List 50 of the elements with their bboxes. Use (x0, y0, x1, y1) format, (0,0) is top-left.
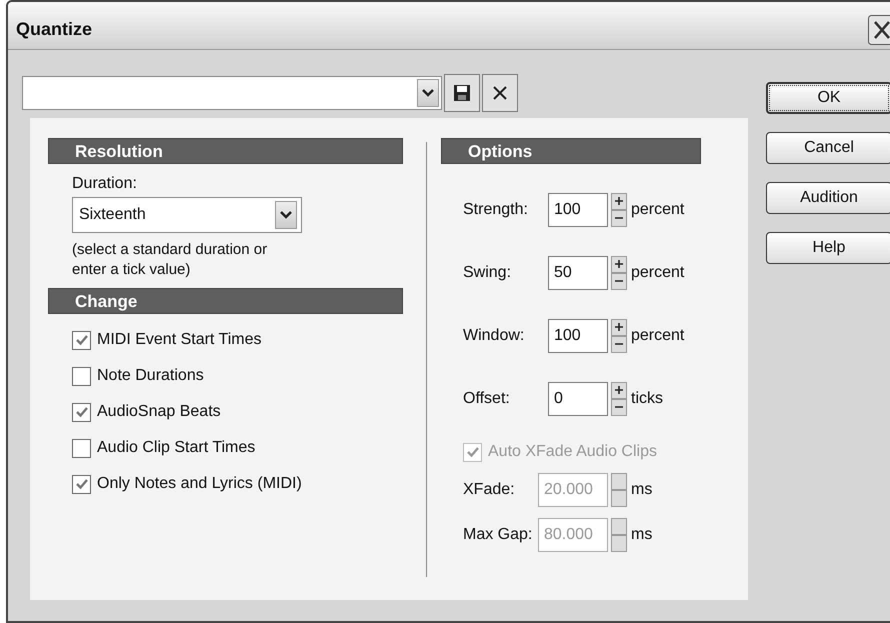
spinner-icon[interactable] (611, 193, 627, 227)
check-mark-icon (74, 334, 88, 346)
close-icon[interactable] (868, 14, 890, 44)
dialog-button[interactable]: Help (766, 232, 890, 264)
hint-text: (select a standard duration or enter a tick value) (72, 240, 268, 280)
unit-label: percent (631, 264, 684, 282)
unit-label: percent (631, 201, 684, 219)
field-label: Strength: (463, 201, 529, 219)
field-label: XFade: (463, 481, 516, 499)
number-field[interactable]: 50 (548, 256, 608, 290)
duration-dropdown[interactable]: Sixteenth (72, 197, 302, 233)
field-label: Max Gap: (463, 526, 534, 544)
number-field[interactable]: 100 (548, 319, 608, 353)
spinner-icon[interactable] (611, 382, 627, 416)
check-mark-icon (74, 478, 88, 490)
checkbox-option[interactable]: AudioSnap Beats (72, 402, 403, 422)
spinner-icon[interactable] (611, 256, 627, 290)
delete-button[interactable] (482, 74, 518, 112)
dialog-button[interactable]: OK (766, 82, 890, 114)
section-header: Resolution (48, 138, 403, 164)
close-icon (491, 84, 509, 102)
checkbox[interactable] (72, 438, 91, 458)
dialog-button[interactable]: Cancel (766, 132, 890, 164)
field-label: Swing: (463, 264, 512, 282)
checkbox-option[interactable]: MIDI Event Start Times (72, 330, 403, 350)
section-header: Change (48, 288, 403, 314)
unit-label: ms (631, 526, 652, 544)
window-title: Quantize (15, 19, 92, 40)
checkbox-option[interactable]: Only Notes and Lyrics (MIDI) (72, 474, 403, 494)
check-mark-icon (466, 446, 480, 458)
unit-label: ms (631, 481, 652, 499)
save-button[interactable] (444, 74, 480, 112)
checkbox[interactable] (72, 366, 91, 386)
unit-label: ticks (631, 390, 663, 408)
section-header: Options (441, 138, 701, 164)
spinner-icon[interactable] (611, 319, 627, 353)
checkbox[interactable] (72, 474, 91, 494)
checkbox[interactable] (72, 330, 91, 350)
unit-label: percent (631, 327, 684, 345)
field-label: Offset: (463, 390, 511, 408)
duration-label: Duration: (72, 174, 138, 194)
preset-field[interactable] (22, 76, 442, 110)
number-field[interactable]: 100 (548, 193, 608, 227)
checkbox-option[interactable]: Audio Clip Start Times (72, 438, 403, 458)
checkbox[interactable] (72, 402, 91, 422)
dialog-button[interactable]: Audition (766, 182, 890, 214)
checkbox-option[interactable]: Note Durations (72, 366, 403, 386)
check-mark-icon (74, 406, 88, 418)
number-field[interactable]: 0 (548, 382, 608, 416)
field-label: Window: (463, 327, 526, 345)
